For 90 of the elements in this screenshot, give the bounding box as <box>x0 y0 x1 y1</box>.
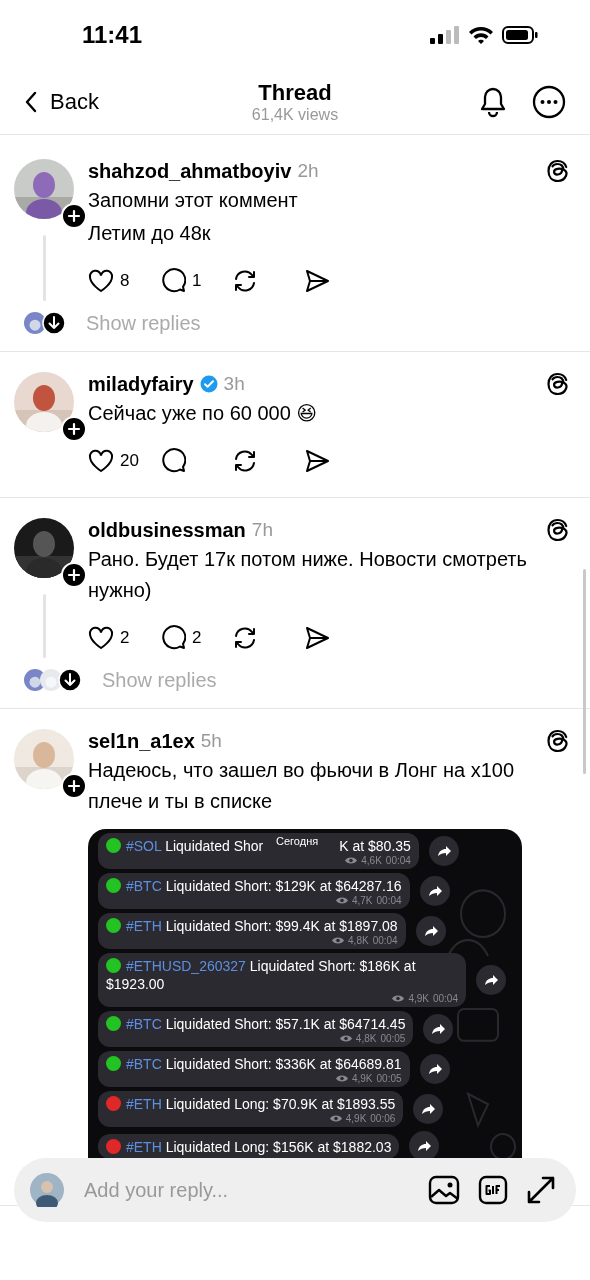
message-views: 4,7K <box>351 895 373 906</box>
forward-icon[interactable] <box>415 916 446 946</box>
like-count: 2 <box>120 628 130 648</box>
like-count: 8 <box>120 271 130 291</box>
message-views: 4,6K <box>361 855 382 866</box>
message-time: 00:04 <box>385 855 411 866</box>
eye-icon <box>332 936 345 945</box>
eye-icon <box>339 1034 352 1043</box>
status-time: 11:41 <box>82 21 143 49</box>
page-title: Thread <box>258 80 332 106</box>
send-icon[interactable] <box>304 626 330 650</box>
message-time: 00:05 <box>380 1033 406 1044</box>
forward-icon[interactable] <box>419 876 450 906</box>
comment-icon[interactable] <box>160 268 186 294</box>
comment-icon[interactable] <box>160 448 186 474</box>
follow-icon[interactable] <box>61 203 87 229</box>
post-time: 2h <box>297 160 319 182</box>
heart-icon[interactable] <box>88 269 114 293</box>
follow-icon[interactable] <box>61 562 87 588</box>
message-views: 4,8K <box>348 935 369 946</box>
message-time: 00:05 <box>376 1073 402 1084</box>
arrow-down-icon[interactable] <box>58 668 82 692</box>
chevron-left-icon <box>24 91 38 113</box>
repost-icon[interactable] <box>232 625 258 651</box>
post-time: 3h <box>223 373 245 395</box>
forward-icon[interactable] <box>413 1094 444 1124</box>
username[interactable]: shahzod_ahmatboyiv <box>88 159 292 183</box>
username[interactable]: sel1n_a1ex <box>88 729 195 753</box>
expand-icon[interactable] <box>526 1175 556 1205</box>
eye-icon <box>335 1074 348 1083</box>
post-text: Летим до 48к <box>88 221 212 246</box>
arrow-down-icon[interactable] <box>42 311 66 335</box>
repost-icon[interactable] <box>232 268 258 294</box>
send-icon[interactable] <box>304 449 330 473</box>
gif-icon[interactable] <box>478 1175 508 1205</box>
threads-logo-icon[interactable] <box>546 517 570 543</box>
more-icon[interactable] <box>532 85 566 119</box>
threads-logo-icon[interactable] <box>546 158 570 184</box>
comment-count: 1 <box>192 271 202 291</box>
post-time: 7h <box>251 519 273 541</box>
message-text: #ETH Liquidated Long: $156K at $1882.03 <box>106 1137 392 1156</box>
message-views: 4,9K <box>408 993 429 1004</box>
wifi-icon <box>468 25 494 45</box>
view-count: 61,4K views <box>251 106 339 124</box>
battery-icon <box>502 26 538 44</box>
message-text: #BTC Liquidated Short: $57.1K at $64714.45 <box>106 1015 406 1033</box>
message-text: #BTC Liquidated Short: $336K at $64689.81 <box>106 1055 402 1073</box>
comment-icon[interactable] <box>160 625 186 651</box>
message-text: #BTC Liquidated Short: $129K at $64287.16 <box>106 877 402 895</box>
message-time: 00:04 <box>432 993 458 1004</box>
heart-icon[interactable] <box>88 449 114 473</box>
username[interactable]: miladyfairy <box>88 372 194 396</box>
threads-logo-icon[interactable] <box>546 371 570 397</box>
heart-icon[interactable] <box>88 626 114 650</box>
repost-icon[interactable] <box>232 448 258 474</box>
reply-input[interactable]: Add your reply... <box>82 1177 410 1203</box>
verified-icon <box>199 375 218 393</box>
message-time: 00:04 <box>376 895 402 906</box>
username[interactable]: oldbusinessman <box>88 518 246 542</box>
back-button[interactable]: Back <box>24 89 99 115</box>
message-text: #ETH Liquidated Long: $70.9K at $1893.55 <box>106 1095 396 1113</box>
eye-icon <box>345 856 358 865</box>
follow-icon[interactable] <box>61 416 87 442</box>
post-text: Сейчас уже по 60 000 😆 <box>88 401 319 426</box>
message-text: #ETHUSD_260327 Liquidated Short: $186K at $1923.00 <box>106 957 417 993</box>
message-time: 00:04 <box>372 935 398 946</box>
forward-icon[interactable] <box>419 1054 450 1084</box>
follow-icon[interactable] <box>61 773 87 799</box>
image-icon[interactable] <box>428 1175 460 1205</box>
post-time: 5h <box>200 730 222 752</box>
eye-icon <box>329 1114 342 1123</box>
message-views: 4,8K <box>355 1033 377 1044</box>
message-views: 4,9K <box>345 1113 367 1124</box>
bell-icon[interactable] <box>478 86 508 118</box>
threads-logo-icon[interactable] <box>546 728 570 754</box>
post-text: Рано. Будет 17к потом ниже. Новости смотреть нужно) <box>88 547 528 603</box>
signal-icon <box>430 26 460 44</box>
message-views: 4,9K <box>351 1073 373 1084</box>
send-icon[interactable] <box>304 269 330 293</box>
forward-icon[interactable] <box>428 836 459 866</box>
message-time: 00:06 <box>370 1113 396 1124</box>
comment-count: 2 <box>192 628 202 648</box>
eye-icon <box>392 994 405 1003</box>
like-count: 20 <box>120 451 139 471</box>
eye-icon <box>335 896 348 905</box>
forward-icon[interactable] <box>423 1014 454 1044</box>
forward-icon[interactable] <box>476 965 506 995</box>
post-text: Надеюсь, что зашел во фьючи в Лонг на x100 плече и ты в списке <box>88 758 516 814</box>
message-text: #ETH Liquidated Short: $99.4K at $1897.08 <box>106 917 398 935</box>
post-text: Запомни этот коммент <box>88 188 299 213</box>
